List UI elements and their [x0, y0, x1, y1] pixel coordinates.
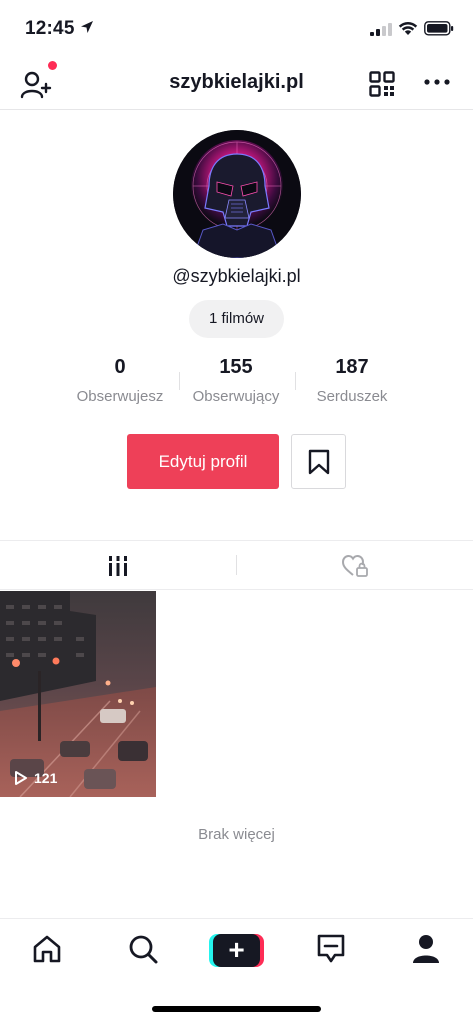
home-icon[interactable]	[31, 933, 63, 965]
stat-following[interactable]: 0 Obserwujesz	[62, 356, 178, 405]
profile-icon[interactable]	[411, 933, 441, 965]
page-title: szybkielajki.pl	[169, 71, 304, 93]
favorites-button[interactable]	[291, 434, 346, 489]
videos-count-badge[interactable]: 1 filmów	[189, 300, 284, 338]
stat-followers[interactable]: 155 Obserwujący	[178, 356, 294, 405]
bookmark-icon	[308, 449, 330, 475]
stat-likes[interactable]: 187 Serduszek	[294, 356, 410, 405]
video-grid-icon	[109, 556, 127, 576]
stat-following-label: Obserwujesz	[76, 388, 164, 405]
stat-followers-count: 155	[219, 356, 253, 378]
inbox-icon[interactable]	[316, 933, 346, 965]
play-icon	[15, 771, 27, 785]
wifi-icon	[398, 21, 418, 35]
tab-liked[interactable]	[237, 541, 473, 589]
status-bar: 12:45	[0, 0, 473, 58]
plus-icon: +	[213, 934, 260, 967]
stat-followers-label: Obserwujący	[192, 388, 280, 405]
home-indicator	[152, 1006, 321, 1012]
stat-likes-count: 187	[335, 356, 369, 378]
battery-icon	[424, 21, 454, 36]
edit-profile-button[interactable]: Edytuj profil	[127, 434, 279, 489]
profile-header: szybkielajki.pl	[0, 58, 473, 110]
video-thumbnail[interactable]	[0, 591, 156, 797]
stat-likes-label: Serduszek	[316, 388, 388, 405]
more-dots-icon[interactable]	[424, 79, 450, 85]
qr-code-icon[interactable]	[369, 71, 395, 97]
profile-handle: @szybkielajki.pl	[172, 266, 301, 286]
video-views-count: 121	[14, 770, 57, 786]
profile-stats: 0 Obserwujesz 155 Obserwujący 187 Serdus…	[0, 356, 473, 408]
status-time: 12:45	[25, 18, 75, 39]
location-arrow-icon	[81, 21, 93, 33]
city-street-night-image	[0, 591, 156, 797]
stat-following-count: 0	[114, 356, 126, 378]
create-button[interactable]: +	[209, 934, 264, 967]
darth-vader-avatar-image	[173, 130, 301, 258]
feed-end-label: Brak więcej	[198, 826, 275, 843]
tab-videos[interactable]	[0, 541, 236, 589]
avatar[interactable]	[173, 130, 301, 258]
locked-heart-icon	[341, 554, 368, 577]
notification-dot	[48, 61, 57, 70]
cellular-signal-icon	[370, 23, 392, 36]
video-views-value: 121	[34, 770, 58, 786]
search-icon[interactable]	[127, 933, 159, 965]
content-tabs	[0, 540, 473, 590]
